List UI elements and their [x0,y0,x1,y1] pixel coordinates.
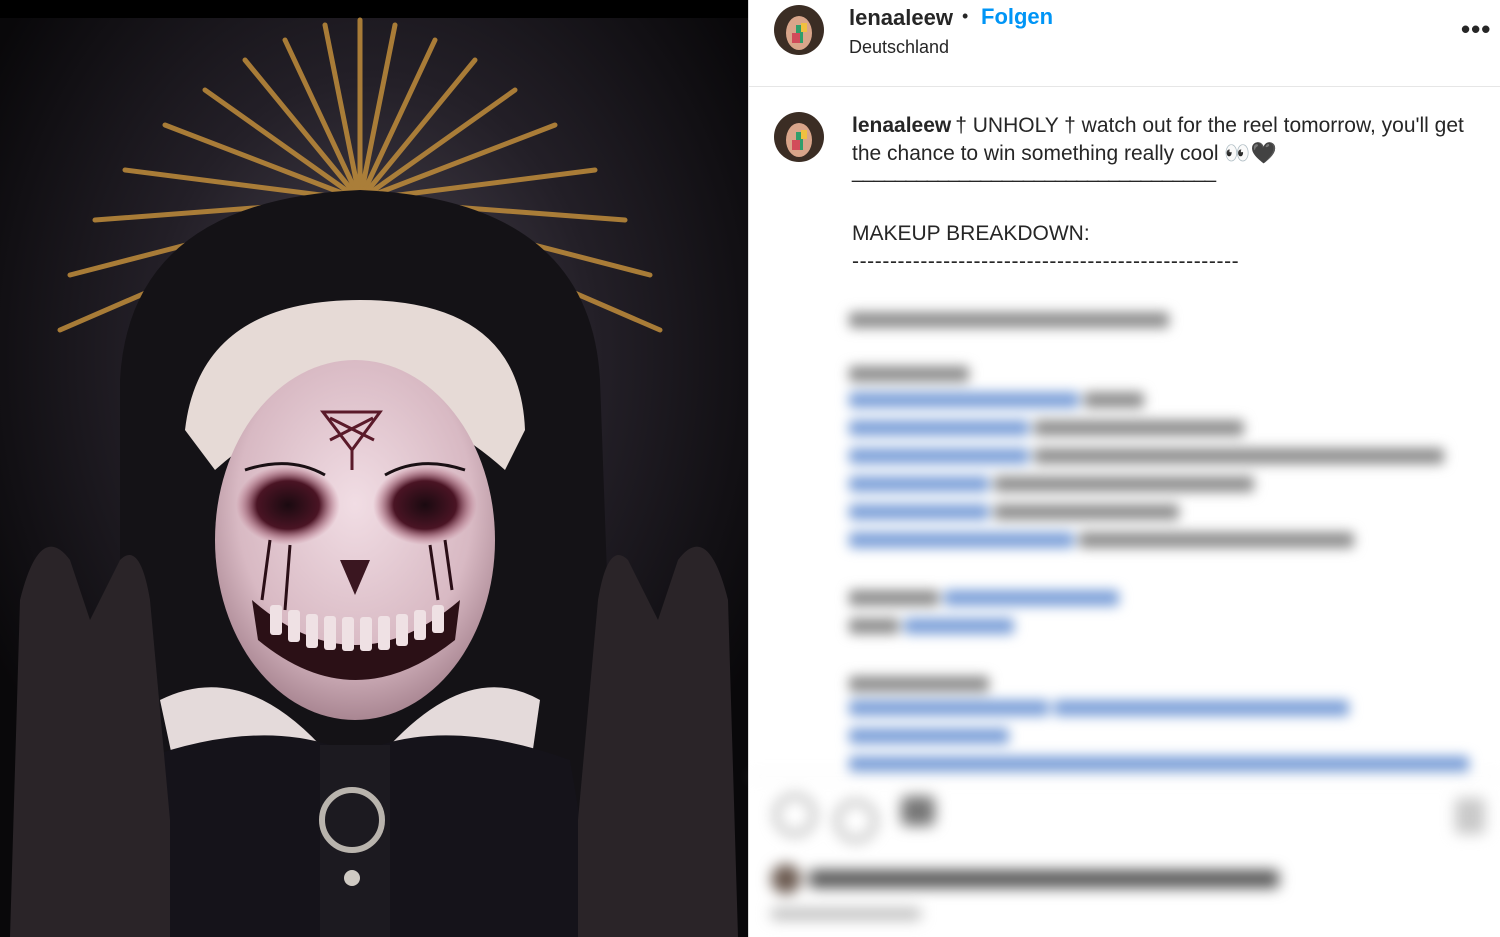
separator-dot: • [962,6,969,26]
location-link[interactable]: Deutschland [849,37,949,58]
likes-text [809,870,1279,888]
blurred-action-bar [749,776,1500,937]
save-icon[interactable] [1455,798,1485,834]
caption-dashes: ----------------------------------------… [852,250,1240,273]
avatar[interactable] [774,5,824,55]
follow-button[interactable]: Folgen [981,4,1053,30]
nun-makeup-image [0,0,748,937]
post-header: lenaaleew • Folgen Deutschland ••• [749,0,1500,87]
caption-divider: __________________________________ [852,160,1216,183]
caption-heading: MAKEUP BREAKDOWN: [852,222,1090,245]
post-photo[interactable] [0,0,748,937]
post-details-panel: lenaaleew • Folgen Deutschland ••• lenaa… [748,0,1500,937]
more-options-icon[interactable]: ••• [1461,14,1491,45]
like-icon[interactable] [774,794,816,836]
username-link[interactable]: lenaaleew [849,5,953,31]
post-date [771,908,921,920]
share-icon[interactable] [901,796,935,826]
caption-username[interactable]: lenaaleew [852,114,951,137]
blurred-caption-content [849,300,1479,780]
caption-avatar[interactable] [774,112,824,162]
comment-icon[interactable] [835,800,877,842]
liker-avatar [771,864,801,894]
